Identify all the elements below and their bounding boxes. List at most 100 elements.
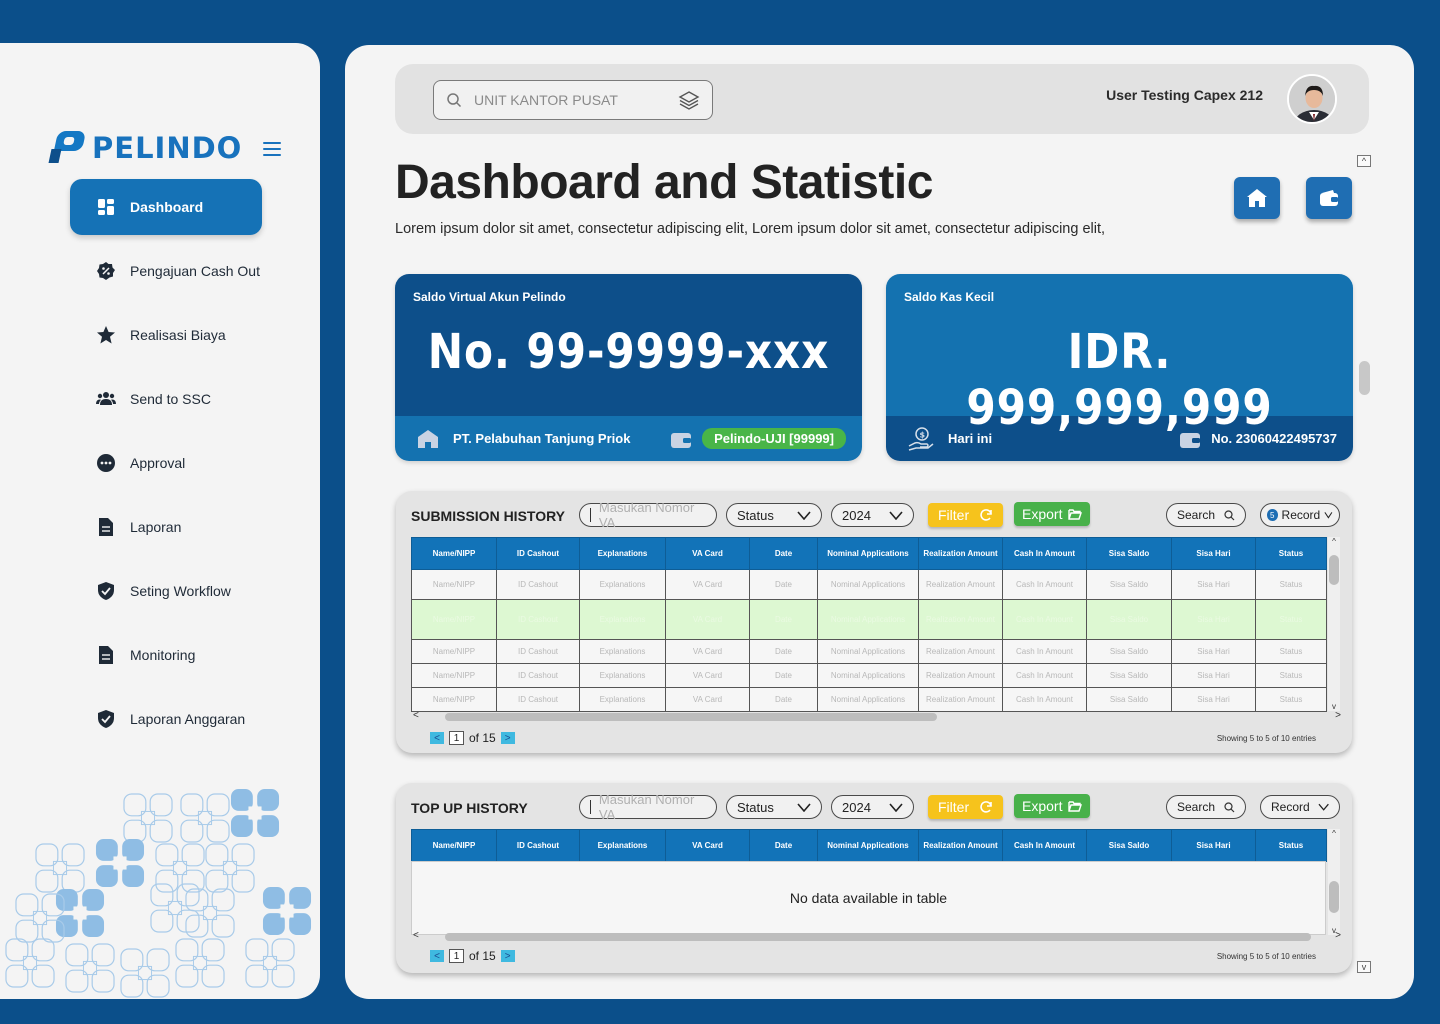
status-select[interactable]: Status: [726, 795, 822, 819]
column-header[interactable]: Name/NIPP: [411, 829, 497, 862]
year-select[interactable]: 2024: [831, 503, 914, 527]
sidebar-item-realisasi-biaya[interactable]: Realisasi Biaya: [70, 307, 262, 363]
sidebar-item-approval[interactable]: Approval: [70, 435, 262, 491]
home-button[interactable]: [1234, 177, 1280, 219]
main-content: UNIT KANTOR PUSAT User Testing Capex 212…: [345, 45, 1414, 999]
column-header[interactable]: Sisa Hari: [1171, 537, 1256, 570]
shield-check-icon: [98, 582, 114, 600]
table-horizontal-scrollbar[interactable]: < >: [411, 930, 1341, 943]
unit-search-input[interactable]: UNIT KANTOR PUSAT: [433, 80, 713, 120]
va-number-placeholder: Masukan Nomor VA: [598, 792, 695, 822]
table-vertical-scrollbar[interactable]: ^ v: [1328, 537, 1340, 711]
filter-button[interactable]: Filter: [928, 503, 1004, 527]
scroll-thumb[interactable]: [1329, 555, 1339, 585]
column-header[interactable]: Nominal Applications: [817, 537, 919, 570]
scroll-thumb[interactable]: [1329, 881, 1339, 913]
table-cell: VA Card: [665, 687, 750, 712]
column-header[interactable]: Realization Amount: [918, 829, 1003, 862]
petty-cash-card: Saldo Kas Kecil IDR. 999,999,999 $ Hari …: [886, 274, 1353, 461]
column-header[interactable]: Explanations: [579, 829, 666, 862]
column-header[interactable]: Cash In Amount: [1002, 537, 1087, 570]
page-number-input[interactable]: 1: [449, 731, 464, 745]
scroll-up-arrow[interactable]: ^: [1328, 829, 1340, 838]
scroll-right-arrow[interactable]: >: [1335, 710, 1341, 721]
wallet-icon: [1320, 190, 1338, 206]
table-cell: VA Card: [665, 569, 750, 600]
sidebar-item-pengajuan-cash-out[interactable]: Pengajuan Cash Out: [70, 243, 262, 299]
hamburger-menu-icon[interactable]: [263, 142, 281, 156]
table-row[interactable]: Name/NIPP ID Cashout Explanations VA Card Da…: [411, 639, 1327, 664]
table-row[interactable]: Name/NIPP ID Cashout Explanations VA Card Da…: [411, 599, 1327, 640]
va-number-input[interactable]: Masukan Nomor VA: [579, 500, 717, 530]
dashboard-icon: [98, 199, 114, 215]
year-select[interactable]: 2024: [831, 795, 914, 819]
next-page-button[interactable]: >: [500, 732, 515, 744]
table-vertical-scrollbar[interactable]: ^ v: [1328, 829, 1340, 935]
year-select-value: 2024: [842, 507, 871, 523]
sidebar-item-monitoring[interactable]: Monitoring: [70, 627, 262, 683]
column-header[interactable]: ID Cashout: [496, 829, 580, 862]
layers-icon[interactable]: [678, 89, 700, 111]
column-header[interactable]: Explanations: [579, 537, 666, 570]
column-header[interactable]: Realization Amount: [918, 537, 1003, 570]
column-header[interactable]: Sisa Hari: [1171, 829, 1256, 862]
column-header[interactable]: Cash In Amount: [1002, 829, 1087, 862]
column-header[interactable]: Status: [1255, 829, 1327, 862]
export-button[interactable]: Export: [1014, 502, 1091, 526]
column-header[interactable]: VA Card: [665, 829, 750, 862]
table-cell: Name/NIPP: [411, 687, 497, 712]
panel-title: SUBMISSION HISTORY: [411, 508, 566, 524]
status-select[interactable]: Status: [726, 503, 822, 527]
table-cell: Sisa Hari: [1171, 663, 1256, 688]
prev-page-button[interactable]: <: [430, 950, 444, 962]
table-cell: Sisa Hari: [1171, 599, 1256, 640]
page-subtitle: Lorem ipsum dolor sit amet, consectetur …: [395, 221, 1106, 237]
table-cell: Cash In Amount: [1002, 639, 1087, 664]
next-page-button[interactable]: >: [500, 950, 515, 962]
sidebar-item-dashboard[interactable]: Dashboard: [70, 179, 262, 235]
scroll-thumb[interactable]: [445, 933, 1311, 941]
page-scroll-down[interactable]: v: [1357, 961, 1371, 973]
table-search-input[interactable]: Search: [1166, 795, 1246, 819]
scroll-up-arrow[interactable]: ^: [1328, 537, 1340, 546]
column-header[interactable]: Sisa Saldo: [1086, 829, 1172, 862]
table-cell: Name/NIPP: [411, 639, 497, 664]
table-cell: Cash In Amount: [1002, 687, 1087, 712]
wallet-button[interactable]: [1306, 177, 1352, 219]
record-select[interactable]: Record: [1260, 795, 1340, 819]
sidebar-item-laporan[interactable]: Laporan: [70, 499, 262, 555]
table-row[interactable]: Name/NIPP ID Cashout Explanations VA Card Da…: [411, 663, 1327, 688]
pelindo-logo[interactable]: PELINDO: [48, 131, 242, 165]
prev-page-button[interactable]: <: [430, 732, 444, 744]
record-select[interactable]: 5 Record: [1260, 503, 1340, 527]
table-search-input[interactable]: Search: [1166, 503, 1246, 527]
table-horizontal-scrollbar[interactable]: < >: [411, 710, 1341, 723]
column-header[interactable]: Date: [749, 829, 818, 862]
column-header[interactable]: Status: [1255, 537, 1327, 570]
scroll-right-arrow[interactable]: >: [1335, 930, 1341, 941]
scroll-left-arrow[interactable]: <: [413, 710, 419, 721]
scroll-left-arrow[interactable]: <: [413, 930, 419, 941]
filter-button[interactable]: Filter: [928, 795, 1004, 819]
page-number-input[interactable]: 1: [449, 949, 464, 963]
sidebar-item-send-to-ssc[interactable]: Send to SSC: [70, 371, 262, 427]
column-header[interactable]: VA Card: [665, 537, 750, 570]
column-header[interactable]: Nominal Applications: [817, 829, 919, 862]
avatar[interactable]: [1287, 74, 1337, 124]
column-header[interactable]: ID Cashout: [496, 537, 580, 570]
sidebar-item-seting-workflow[interactable]: Seting Workflow: [70, 563, 262, 619]
page-scrollbar-thumb[interactable]: [1359, 361, 1370, 395]
page-scroll-up[interactable]: ^: [1357, 155, 1371, 167]
column-header[interactable]: Name/NIPP: [411, 537, 497, 570]
export-button[interactable]: Export: [1014, 794, 1091, 818]
column-header[interactable]: Date: [749, 537, 818, 570]
sidebar: PELINDO Dashboard Pengajuan Cash Out Reali…: [0, 43, 320, 999]
folder-open-icon: [1068, 801, 1083, 812]
user-name: User Testing Capex 212: [1106, 87, 1263, 103]
va-number-input[interactable]: Masukan Nomor VA: [579, 792, 717, 822]
scroll-thumb[interactable]: [445, 713, 937, 721]
column-header[interactable]: Sisa Saldo: [1086, 537, 1172, 570]
table-row[interactable]: Name/NIPP ID Cashout Explanations VA Card Da…: [411, 569, 1327, 600]
table-row[interactable]: Name/NIPP ID Cashout Explanations VA Card Da…: [411, 687, 1327, 712]
sidebar-item-laporan-anggaran[interactable]: Laporan Anggaran: [70, 691, 262, 747]
